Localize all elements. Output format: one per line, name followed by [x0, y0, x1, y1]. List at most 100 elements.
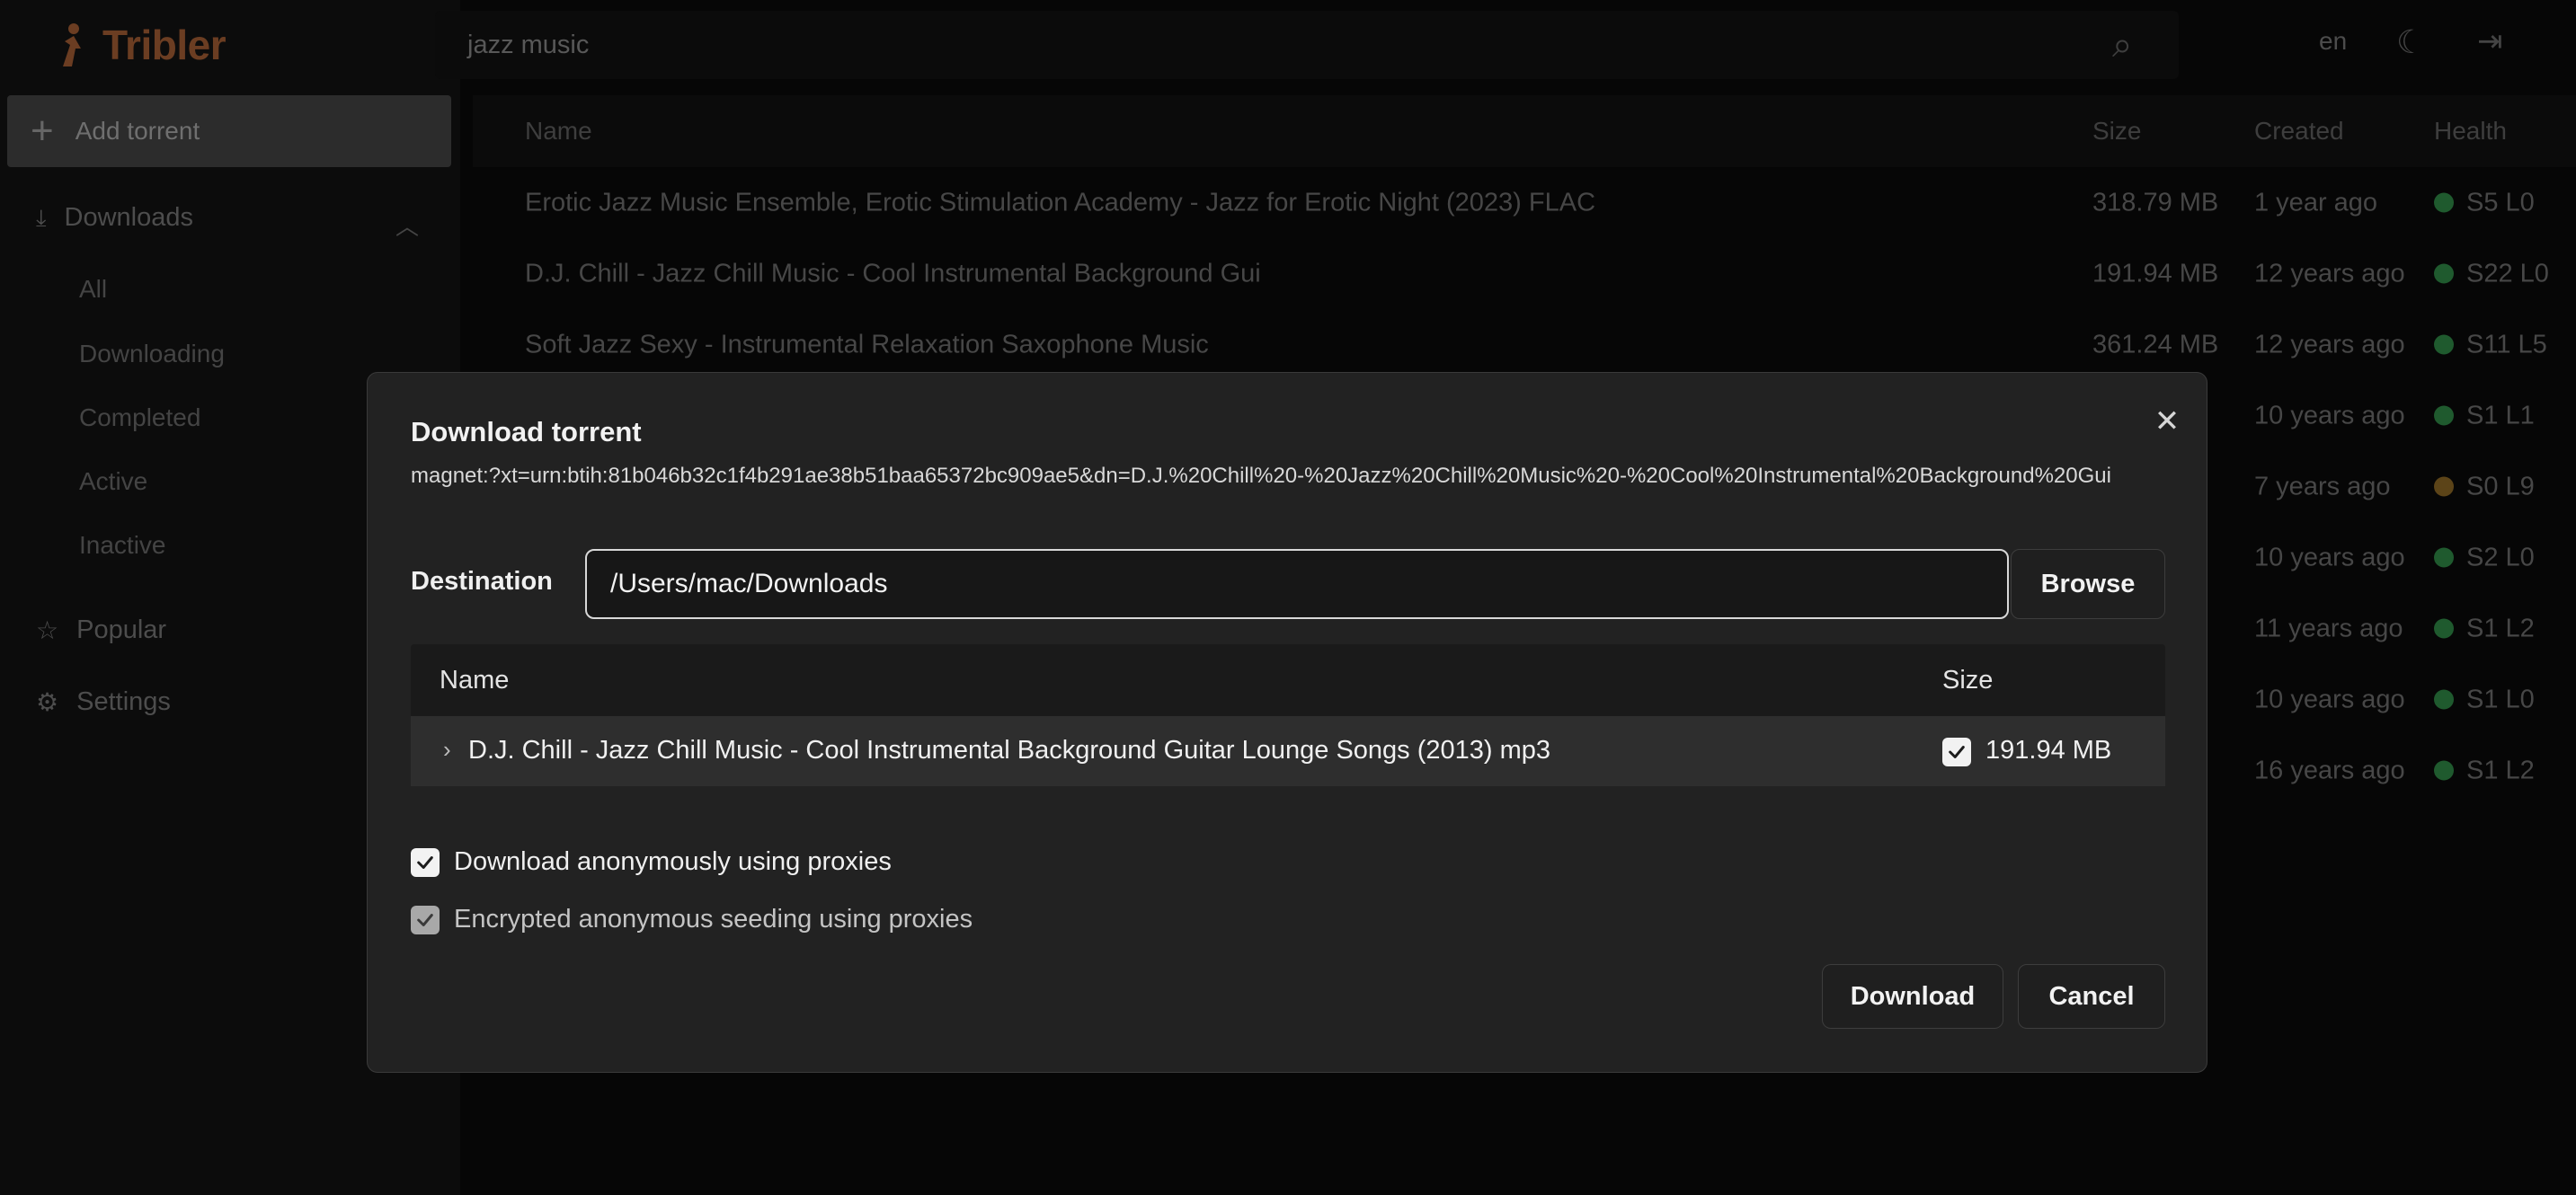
- row-created: 7 years ago: [2254, 472, 2391, 500]
- app-logo[interactable]: Tribler: [54, 16, 227, 74]
- chevron-up-icon[interactable]: ︿: [395, 208, 419, 242]
- destination-input[interactable]: [585, 549, 2009, 619]
- file-list: Name Size › D.J. Chill - Jazz Chill Musi…: [411, 644, 2165, 786]
- row-health: S2 L0: [2434, 543, 2535, 572]
- file-size-header[interactable]: Size: [1942, 666, 1993, 695]
- row-created: 10 years ago: [2254, 401, 2405, 429]
- health-status-icon: [2434, 618, 2454, 639]
- anonymous-download-option[interactable]: Download anonymously using proxies: [411, 847, 892, 877]
- health-status-icon: [2434, 192, 2454, 213]
- row-created: 12 years ago: [2254, 330, 2405, 358]
- download-button[interactable]: Download: [1822, 964, 2003, 1029]
- health-label: S11 L5: [2466, 330, 2547, 358]
- column-name[interactable]: Name: [525, 117, 592, 146]
- health-label: S5 L0: [2466, 188, 2535, 217]
- destination-label: Destination: [411, 567, 553, 596]
- download-torrent-dialog: ✕ Download torrent magnet:?xt=urn:btih:8…: [367, 372, 2207, 1073]
- row-size: 191.94 MB: [2092, 259, 2219, 288]
- health-label: S1 L1: [2466, 401, 2535, 429]
- file-name-header[interactable]: Name: [440, 666, 509, 695]
- gear-icon: ⚙: [36, 688, 59, 716]
- close-icon[interactable]: ✕: [2145, 400, 2189, 443]
- browse-button[interactable]: Browse: [2011, 549, 2165, 619]
- file-list-header: Name Size: [411, 644, 2165, 716]
- sidebar-item-downloads[interactable]: ⤓ Downloads: [36, 203, 193, 233]
- file-checkbox[interactable]: [1942, 738, 1971, 769]
- anonymous-download-label: Download anonymously using proxies: [454, 847, 892, 876]
- health-status-icon: [2434, 263, 2454, 284]
- file-name: D.J. Chill - Jazz Chill Music - Cool Ins…: [468, 736, 1551, 765]
- magnet-link: magnet:?xt=urn:btih:81b046b32c1f4b291ae3…: [411, 464, 2111, 488]
- health-status-icon: [2434, 476, 2454, 497]
- search-query: jazz music: [467, 30, 590, 59]
- star-icon: ☆: [36, 616, 59, 644]
- row-health: S1 L1: [2434, 401, 2535, 430]
- row-size: 318.79 MB: [2092, 188, 2219, 217]
- sidebar-item-label: Settings: [76, 687, 171, 716]
- table-row[interactable]: Erotic Jazz Music Ensemble, Erotic Stimu…: [473, 167, 2576, 238]
- file-size: 191.94 MB: [1985, 736, 2112, 765]
- row-name: Soft Jazz Sexy - Instrumental Relaxation…: [525, 330, 1209, 358]
- encrypted-seeding-option[interactable]: Encrypted anonymous seeding using proxie…: [411, 905, 973, 934]
- health-status-icon: [2434, 689, 2454, 710]
- row-created: 11 years ago: [2254, 614, 2403, 642]
- column-size[interactable]: Size: [2092, 117, 2141, 146]
- health-status-icon: [2434, 334, 2454, 355]
- add-torrent-label: Add torrent: [75, 117, 200, 145]
- row-created: 10 years ago: [2254, 685, 2405, 713]
- row-created: 16 years ago: [2254, 756, 2405, 784]
- search-input[interactable]: jazz music: [435, 11, 2179, 79]
- sidebar-item-label: Popular: [76, 615, 167, 644]
- add-torrent-button[interactable]: + Add torrent: [7, 95, 451, 167]
- health-status-icon: [2434, 547, 2454, 568]
- theme-toggle-icon[interactable]: ☾: [2396, 23, 2425, 61]
- dialog-title: Download torrent: [411, 416, 642, 447]
- health-label: S0 L9: [2466, 472, 2535, 500]
- row-created: 1 year ago: [2254, 188, 2378, 217]
- sidebar-item-inactive[interactable]: Inactive: [79, 531, 166, 560]
- health-label: S2 L0: [2466, 543, 2535, 571]
- sidebar-item-label: Downloads: [64, 203, 193, 232]
- health-status-icon: [2434, 760, 2454, 781]
- sidebar-item-settings[interactable]: ⚙ Settings: [36, 687, 171, 717]
- download-icon: ⤓: [36, 203, 47, 231]
- health-label: S1 L0: [2466, 685, 2535, 713]
- row-health: S0 L9: [2434, 472, 2535, 501]
- encrypted-seeding-label: Encrypted anonymous seeding using proxie…: [454, 905, 973, 934]
- row-health: S5 L0: [2434, 188, 2535, 217]
- row-created: 10 years ago: [2254, 543, 2405, 571]
- column-created[interactable]: Created: [2254, 117, 2344, 146]
- logout-icon[interactable]: ⇥: [2477, 23, 2503, 59]
- health-label: S1 L2: [2466, 614, 2535, 642]
- sidebar-item-active[interactable]: Active: [79, 467, 147, 496]
- cancel-button[interactable]: Cancel: [2018, 964, 2165, 1029]
- health-label: S22 L0: [2466, 259, 2549, 288]
- language-selector[interactable]: en: [2319, 27, 2347, 56]
- encrypted-seeding-checkbox[interactable]: [411, 905, 440, 934]
- file-row[interactable]: › D.J. Chill - Jazz Chill Music - Cool I…: [411, 716, 2165, 786]
- row-size: 361.24 MB: [2092, 330, 2219, 358]
- checkmark-icon: [1942, 738, 1971, 766]
- row-health: S1 L0: [2434, 685, 2535, 714]
- tribler-logo-icon: [63, 23, 81, 66]
- table-row[interactable]: D.J. Chill - Jazz Chill Music - Cool Ins…: [473, 238, 2576, 309]
- sidebar-item-popular[interactable]: ☆ Popular: [36, 615, 166, 645]
- chevron-right-icon[interactable]: ›: [443, 736, 451, 764]
- health-label: S1 L2: [2466, 756, 2535, 784]
- row-name: Erotic Jazz Music Ensemble, Erotic Stimu…: [525, 188, 1596, 217]
- anonymous-download-checkbox[interactable]: [411, 847, 440, 877]
- sidebar-item-completed[interactable]: Completed: [79, 403, 200, 432]
- row-health: S1 L2: [2434, 614, 2535, 643]
- row-health: S1 L2: [2434, 756, 2535, 785]
- table-header: Name Size Created Health: [473, 95, 2576, 167]
- column-health[interactable]: Health: [2434, 117, 2507, 146]
- table-row[interactable]: Soft Jazz Sexy - Instrumental Relaxation…: [473, 309, 2576, 380]
- row-name: D.J. Chill - Jazz Chill Music - Cool Ins…: [525, 259, 1261, 288]
- sidebar-item-all[interactable]: All: [79, 275, 107, 304]
- row-health: S11 L5: [2434, 330, 2547, 359]
- search-icon[interactable]: ⌕: [2112, 25, 2132, 66]
- row-health: S22 L0: [2434, 259, 2549, 288]
- health-status-icon: [2434, 405, 2454, 426]
- sidebar-item-downloading[interactable]: Downloading: [79, 340, 225, 368]
- app-name: Tribler: [102, 22, 227, 68]
